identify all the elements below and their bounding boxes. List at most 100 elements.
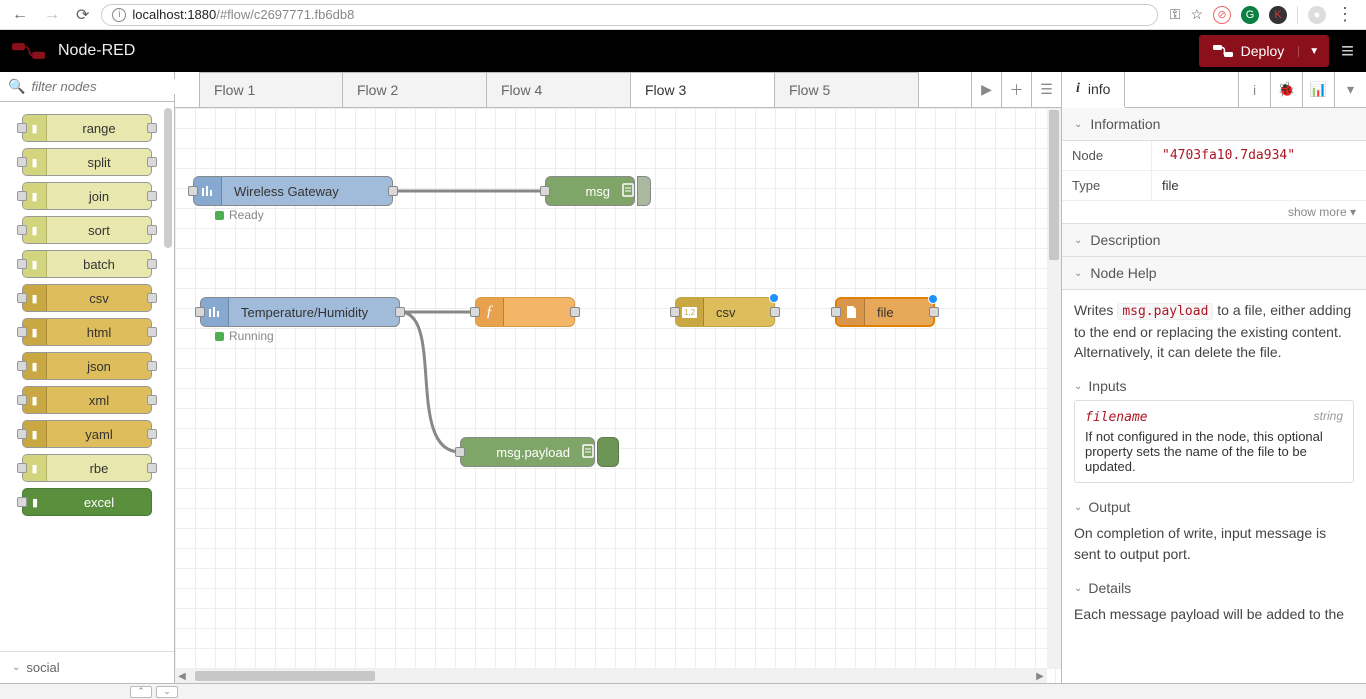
- port-in[interactable]: [831, 307, 841, 317]
- palette-category-social[interactable]: ⌄ social: [0, 651, 174, 683]
- tab-flow-2[interactable]: Flow 2: [343, 72, 487, 107]
- star-icon[interactable]: ☆: [1190, 6, 1203, 23]
- node-file[interactable]: file: [835, 297, 935, 327]
- back-button[interactable]: ←: [8, 6, 32, 24]
- scroll-right-icon[interactable]: ▶: [1033, 669, 1047, 683]
- deploy-label: Deploy: [1241, 43, 1285, 59]
- subsection-inputs[interactable]: ⌄ Inputs: [1062, 372, 1366, 400]
- scroll-left-icon[interactable]: ◀: [175, 669, 189, 683]
- chevron-down-icon: ⌄: [1074, 583, 1082, 594]
- port-out[interactable]: [929, 307, 939, 317]
- show-more-link[interactable]: show more ▾: [1062, 201, 1366, 224]
- port-out[interactable]: [770, 307, 780, 317]
- palette-node-json[interactable]: ▮json: [22, 352, 152, 380]
- key-icon[interactable]: ⚿: [1170, 6, 1181, 23]
- forward-button[interactable]: →: [40, 6, 64, 24]
- node-msg-debug[interactable]: msg: [545, 176, 635, 206]
- tabs-scroll-right-icon[interactable]: ▶: [971, 72, 1001, 107]
- palette-node-rbe[interactable]: ▮rbe: [22, 454, 152, 482]
- palette-node-xml[interactable]: ▮xml: [22, 386, 152, 414]
- port-in[interactable]: [540, 186, 550, 196]
- input-prop-type: string: [1314, 409, 1343, 423]
- site-info-icon[interactable]: i: [112, 8, 126, 22]
- subsection-details[interactable]: ⌄ Details: [1062, 574, 1366, 602]
- debug-toggle[interactable]: [637, 176, 651, 206]
- palette-node-sort[interactable]: ▮sort: [22, 216, 152, 244]
- info-icon: i: [1076, 81, 1080, 97]
- port-in[interactable]: [670, 307, 680, 317]
- palette-node-batch[interactable]: ▮batch: [22, 250, 152, 278]
- deploy-button[interactable]: Deploy ▼: [1199, 35, 1330, 67]
- add-flow-button[interactable]: ＋: [1001, 72, 1031, 107]
- ext-icon-2[interactable]: G: [1241, 6, 1259, 24]
- node-function[interactable]: ƒ: [475, 297, 575, 327]
- palette-node-range[interactable]: ▮range: [22, 114, 152, 142]
- canvas[interactable]: Wireless Gateway Ready msg: [175, 108, 1061, 683]
- expand-palette-button[interactable]: ⌄: [156, 686, 178, 698]
- node-msg-payload-debug[interactable]: msg.payload: [460, 437, 595, 467]
- tab-flow-5[interactable]: Flow 5: [775, 72, 919, 107]
- sidebar-tab-chart-icon[interactable]: 📊: [1302, 72, 1334, 107]
- port-out[interactable]: [388, 186, 398, 196]
- info-key: Node: [1062, 141, 1152, 170]
- node-temperature-humidity[interactable]: Temperature/Humidity: [200, 297, 400, 327]
- port-in[interactable]: [455, 447, 465, 457]
- url-bar[interactable]: i localhost:1880/#flow/c2697771.fb6db8: [101, 4, 1157, 26]
- app-logo-icon: [12, 41, 48, 61]
- port-in[interactable]: [470, 307, 480, 317]
- palette-node-split[interactable]: ▮split: [22, 148, 152, 176]
- palette-node-label: split: [47, 155, 151, 170]
- flow-list-button[interactable]: ☰: [1031, 72, 1061, 107]
- url-path: /#flow/c2697771.fb6db8: [216, 7, 354, 22]
- palette-node-csv[interactable]: ▮csv: [22, 284, 152, 312]
- debug-icon: [622, 183, 634, 200]
- tab-flow-1[interactable]: Flow 1: [199, 72, 343, 107]
- sidebar-tab-info[interactable]: i info: [1062, 72, 1125, 108]
- palette-node-join[interactable]: ▮join: [22, 182, 152, 210]
- node-label: Temperature/Humidity: [229, 305, 399, 320]
- sidebar-tab-info-icon[interactable]: i: [1238, 72, 1270, 107]
- ext-icon-1[interactable]: ⊘: [1213, 6, 1231, 24]
- browser-menu-icon[interactable]: ⋮: [1336, 4, 1354, 25]
- ext-icon-3[interactable]: K: [1269, 6, 1287, 24]
- tab-flow-3[interactable]: Flow 3: [631, 72, 775, 107]
- main-menu-icon[interactable]: ≡: [1341, 38, 1354, 64]
- port-in[interactable]: [195, 307, 205, 317]
- section-node-help[interactable]: ⌄ Node Help: [1062, 257, 1366, 290]
- reload-button[interactable]: ⟳: [72, 5, 93, 25]
- palette-node-html[interactable]: ▮html: [22, 318, 152, 346]
- workspace: Flow 1Flow 2Flow 4Flow 3Flow 5 ▶ ＋ ☰ Wir…: [175, 72, 1061, 683]
- port-out[interactable]: [570, 307, 580, 317]
- function-icon: ƒ: [476, 298, 504, 326]
- section-description[interactable]: ⌄ Description: [1062, 224, 1366, 257]
- canvas-scrollbar-v[interactable]: [1047, 108, 1061, 669]
- palette-node-label: html: [47, 325, 151, 340]
- csv-icon: 1,2: [676, 298, 704, 326]
- palette-node-excel[interactable]: ▮excel: [22, 488, 152, 516]
- deploy-caret-icon[interactable]: ▼: [1298, 46, 1329, 57]
- status-dot-icon: [215, 211, 224, 220]
- sidebar-tab-debug-icon[interactable]: 🐞: [1270, 72, 1302, 107]
- palette-node-yaml[interactable]: ▮yaml: [22, 420, 152, 448]
- sidebar-tab-menu-icon[interactable]: ▾: [1334, 72, 1366, 107]
- port-out[interactable]: [395, 307, 405, 317]
- sidebar: i info i 🐞 📊 ▾ ⌄ Information Node "4703f…: [1061, 72, 1366, 683]
- tab-flow-4[interactable]: Flow 4: [487, 72, 631, 107]
- port-in[interactable]: [188, 186, 198, 196]
- section-information[interactable]: ⌄ Information: [1062, 108, 1366, 141]
- node-wireless-gateway[interactable]: Wireless Gateway: [193, 176, 393, 206]
- profile-icon[interactable]: ●: [1308, 6, 1326, 24]
- subsection-output[interactable]: ⌄ Output: [1062, 493, 1366, 521]
- footer: ⌃ ⌄: [0, 683, 1366, 699]
- canvas-scrollbar-h[interactable]: ◀ ▶: [175, 669, 1047, 683]
- collapse-palette-button[interactable]: ⌃: [130, 686, 152, 698]
- palette-node-label: xml: [47, 393, 151, 408]
- node-label: msg.payload: [461, 445, 582, 460]
- chevron-down-icon: ⌄: [1074, 119, 1082, 130]
- node-csv[interactable]: 1,2 csv: [675, 297, 775, 327]
- chevron-down-icon: ⌄: [1074, 268, 1082, 279]
- debug-toggle[interactable]: [597, 437, 619, 467]
- help-intro: Writes msg.payload to a file, either add…: [1062, 290, 1366, 372]
- node-status: Ready: [215, 208, 264, 222]
- status-text: Running: [229, 329, 274, 343]
